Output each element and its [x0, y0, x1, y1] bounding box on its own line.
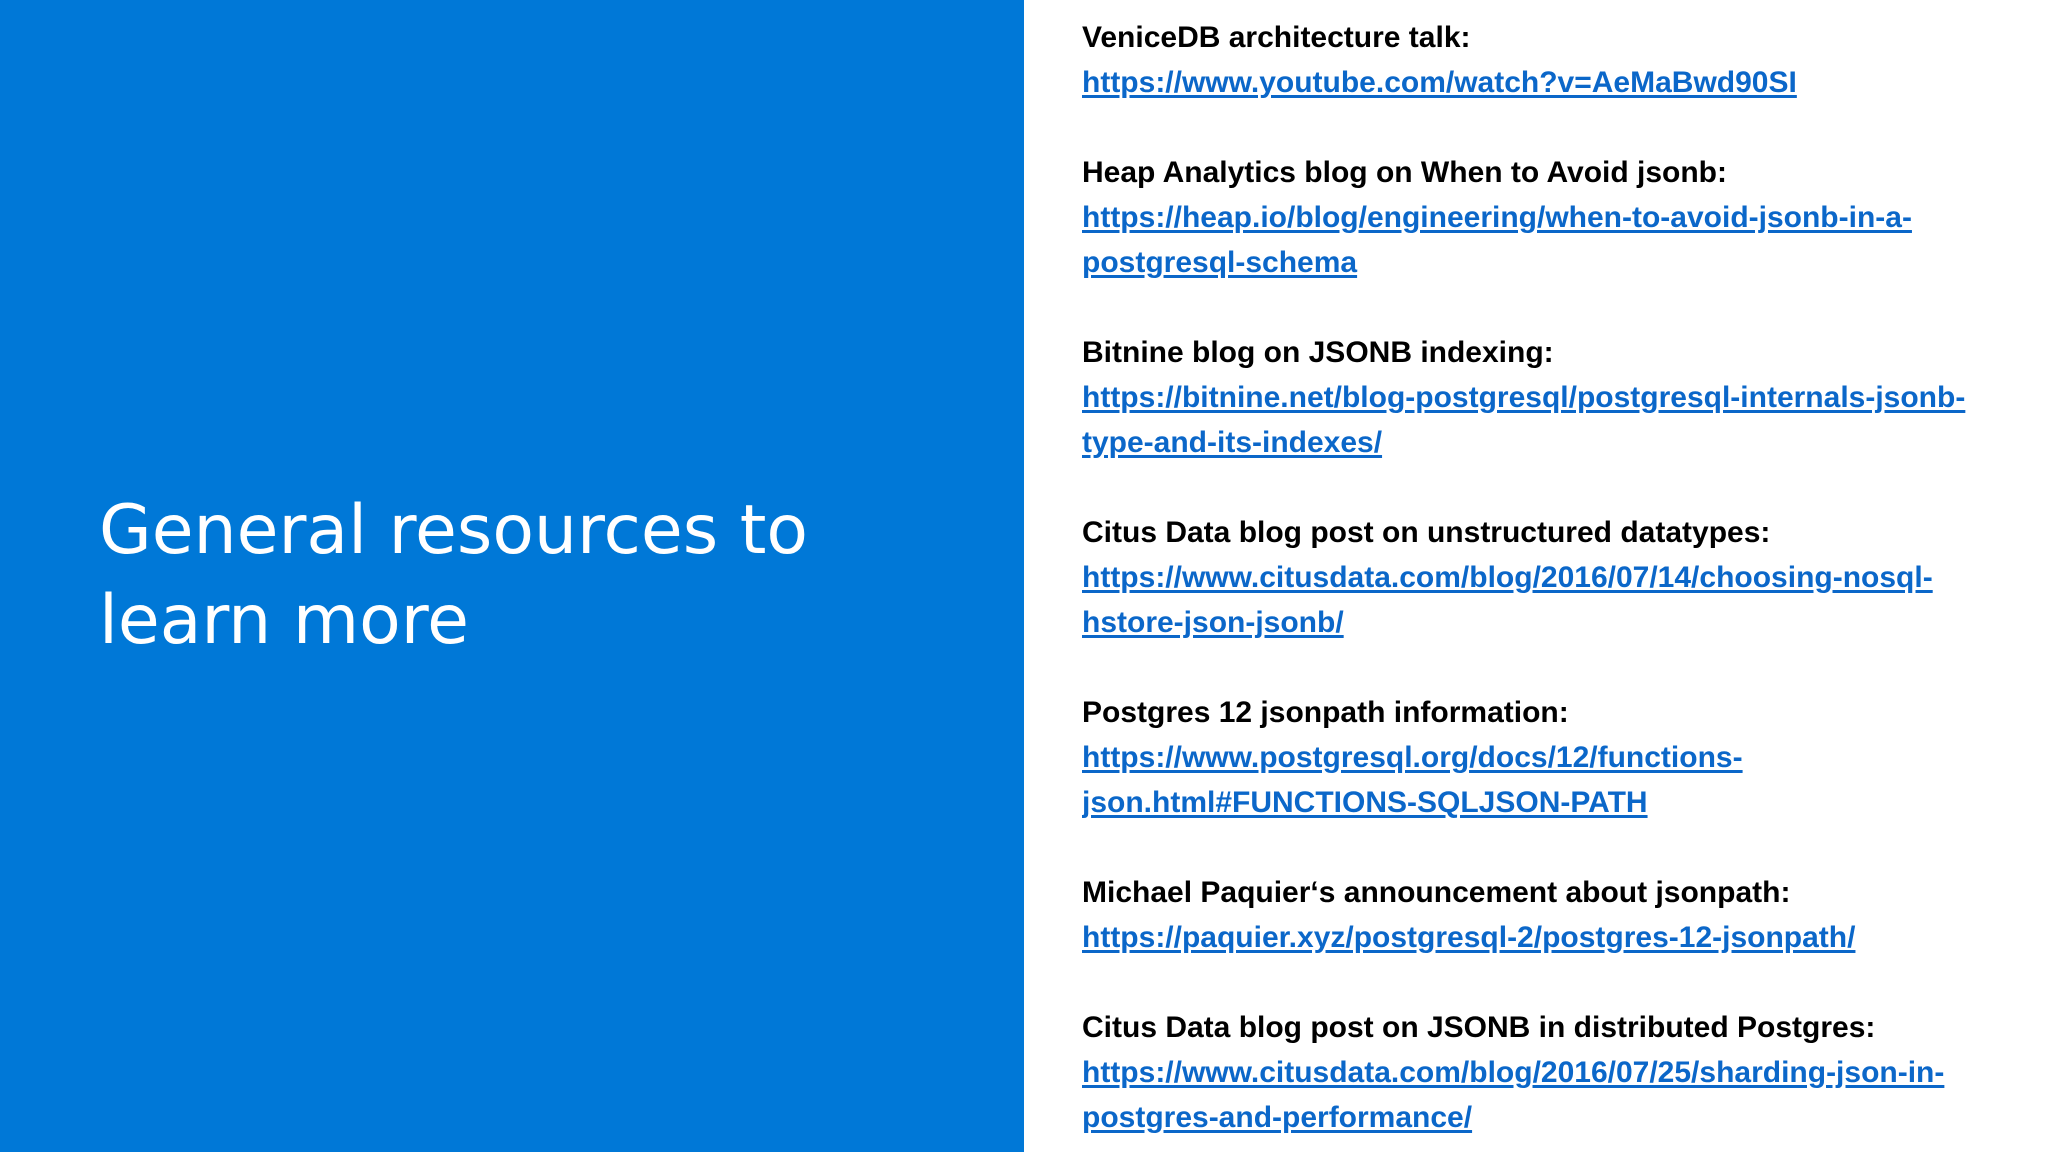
resource-link[interactable]: https://www.citusdata.com/blog/2016/07/2… [1082, 1050, 2022, 1140]
slide: General resources to learn more VeniceDB… [0, 0, 2048, 1152]
title-panel: General resources to learn more [0, 0, 1024, 1152]
resource-title: Michael Paquier‘s announcement about jso… [1082, 876, 1791, 909]
resource-link[interactable]: https://bitnine.net/blog-postgresql/post… [1082, 375, 2022, 465]
resource-title: Postgres 12 jsonpath information: [1082, 696, 1569, 729]
resource-link[interactable]: https://www.postgresql.org/docs/12/funct… [1082, 735, 2022, 825]
resource-item: Citus Data blog post on unstructured dat… [1082, 510, 2022, 645]
resource-item: Bitnine blog on JSONB indexing: https://… [1082, 330, 2022, 465]
resource-title: Heap Analytics blog on When to Avoid jso… [1082, 156, 1727, 189]
resource-link[interactable]: https://heap.io/blog/engineering/when-to… [1082, 195, 2022, 285]
resource-item: Citus Data blog post on JSONB in distrib… [1082, 1005, 2022, 1140]
slide-title: General resources to learn more [99, 491, 809, 660]
resource-link[interactable]: https://www.citusdata.com/blog/2016/07/1… [1082, 555, 2022, 645]
resource-link[interactable]: https://paquier.xyz/postgresql-2/postgre… [1082, 915, 2022, 960]
resource-item: VeniceDB architecture talk: https://www.… [1082, 15, 2022, 105]
resource-title: VeniceDB architecture talk: [1082, 21, 1471, 54]
resource-item: Heap Analytics blog on When to Avoid jso… [1082, 150, 2022, 285]
resource-link[interactable]: https://www.youtube.com/watch?v=AeMaBwd9… [1082, 60, 2022, 105]
resource-title: Citus Data blog post on unstructured dat… [1082, 516, 1771, 549]
resource-item: Postgres 12 jsonpath information: https:… [1082, 690, 2022, 825]
resource-title: Bitnine blog on JSONB indexing: [1082, 336, 1554, 369]
resource-title: Citus Data blog post on JSONB in distrib… [1082, 1011, 1876, 1044]
resource-item: Michael Paquier‘s announcement about jso… [1082, 870, 2022, 960]
resource-list: VeniceDB architecture talk: https://www.… [1082, 15, 2022, 1152]
